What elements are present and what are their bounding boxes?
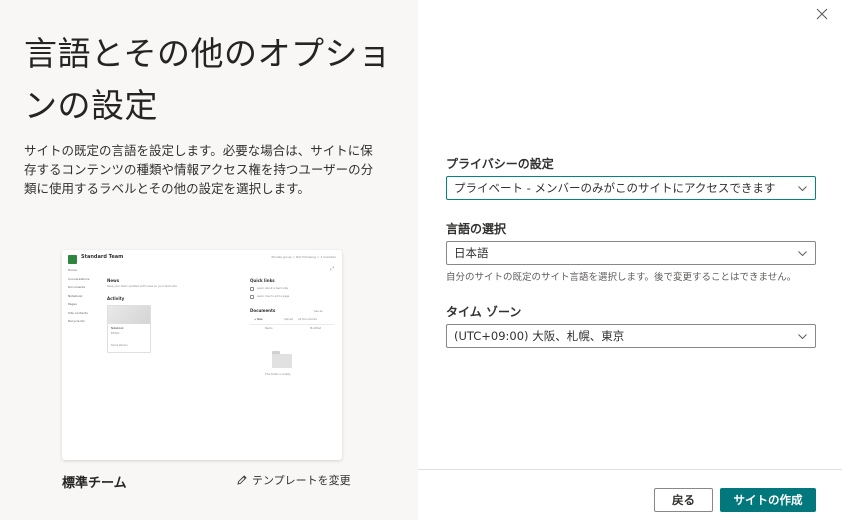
preview-card-image <box>108 306 150 324</box>
preview-site-title: Standard Team <box>81 254 124 260</box>
close-button[interactable] <box>812 4 832 24</box>
preview-nav: Home Conversations Documents Notebook Pa… <box>68 268 89 328</box>
right-panel: プライバシーの設定 プライベート - メンバーのみがこのサイトにアクセスできます… <box>418 0 842 520</box>
change-template-link[interactable]: テンプレートを変更 <box>236 472 351 488</box>
preview-see-all: See all <box>314 310 323 313</box>
preview-quick-link: Learn how to add a page <box>257 295 290 298</box>
privacy-label: プライバシーの設定 <box>446 157 554 171</box>
preview-nav-item: Pages <box>68 302 77 306</box>
timezone-selected-value: (UTC+09:00) 大阪、札幌、東京 <box>454 329 625 343</box>
timezone-label: タイム ゾーン <box>446 305 522 319</box>
preview-news-label: News <box>107 278 120 283</box>
footer-divider <box>418 469 842 470</box>
create-site-button[interactable]: サイトの作成 <box>720 488 816 512</box>
preview-nav-item: Home <box>68 268 77 272</box>
page-title: 言語とその他のオプションの設定 <box>24 34 392 125</box>
template-preview: Standard Team Private group ☆ Not follow… <box>62 250 342 460</box>
preview-link-icon <box>250 295 254 299</box>
preview-empty-folder-text: This folder is empty <box>265 373 291 376</box>
preview-nav-item: Recycle bin <box>68 319 86 323</box>
language-selected-value: 日本語 <box>454 246 489 260</box>
preview-quick-link: Learn about a team site <box>257 287 289 290</box>
preview-divider <box>250 324 334 325</box>
preview-quick-links-label: Quick links <box>250 278 275 283</box>
preview-doc-col-modified: Modified <box>310 327 322 330</box>
preview-site-meta: Private group ☆ Not following ⚇ 1 member <box>271 255 336 259</box>
pencil-icon <box>237 475 247 485</box>
left-panel: 言語とその他のオプションの設定 サイトの既定の言語を設定します。必要な場合は、サ… <box>0 0 418 520</box>
change-template-label: テンプレートを変更 <box>252 474 351 487</box>
language-label: 言語の選択 <box>446 222 507 236</box>
preview-expand-icon: ⤢ <box>329 266 334 272</box>
preview-card-person: Some Person <box>111 344 128 347</box>
preview-doc-view: All Documents <box>298 318 317 321</box>
preview-nav-item: Conversations <box>68 276 90 281</box>
preview-doc-new: + New <box>254 318 263 321</box>
template-name: 標準チーム <box>62 476 127 491</box>
preview-activity-label: Activity <box>107 296 125 301</box>
preview-nav-item: Site contents <box>68 310 88 315</box>
preview-doc-upload: Upload <box>284 318 294 321</box>
chevron-down-icon <box>798 251 807 257</box>
preview-doc-col-name: Name <box>265 327 273 330</box>
preview-nav-item: Notebook <box>68 293 83 298</box>
privacy-selected-value: プライベート - メンバーのみがこのサイトにアクセスできます <box>454 181 776 195</box>
preview-nav-item: Documents <box>68 285 86 289</box>
chevron-down-icon <box>798 186 807 192</box>
preview-link-icon <box>250 287 254 291</box>
preview-documents-label: Documents <box>250 308 276 313</box>
chevron-down-icon <box>798 334 807 340</box>
preview-site-logo <box>68 255 77 264</box>
preview-card-title: Notebook <box>111 327 124 330</box>
page-description: サイトの既定の言語を設定します。必要な場合は、サイトに保存するコンテンツの種類や… <box>24 143 374 196</box>
language-dropdown[interactable]: 日本語 <box>446 241 816 265</box>
back-button[interactable]: 戻る <box>654 488 713 512</box>
language-hint: 自分のサイトの既定のサイト言語を選択します。後で変更することはできません。 <box>446 272 797 283</box>
preview-empty-folder-icon <box>272 354 292 368</box>
preview-card-meta: Edited <box>111 332 120 335</box>
preview-news-text: Keep your team updated with news on your… <box>107 285 177 288</box>
close-icon <box>816 8 828 20</box>
privacy-dropdown[interactable]: プライベート - メンバーのみがこのサイトにアクセスできます <box>446 176 816 200</box>
preview-activity-card: Notebook Edited Some Person <box>107 305 151 353</box>
timezone-dropdown[interactable]: (UTC+09:00) 大阪、札幌、東京 <box>446 324 816 348</box>
